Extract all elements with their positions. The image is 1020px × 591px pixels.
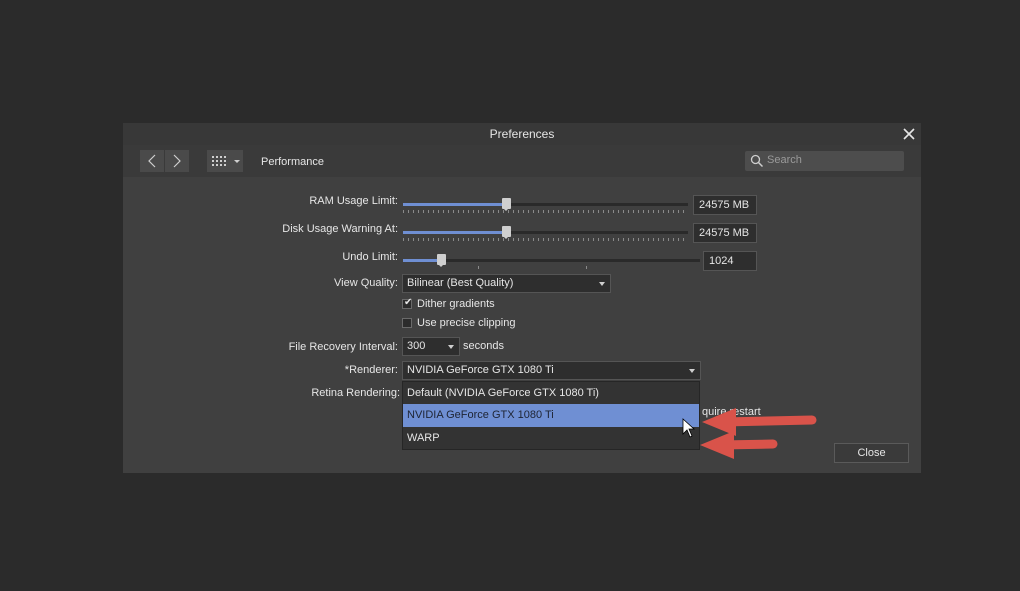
arrow-icon (700, 431, 778, 459)
mouse-cursor-icon (682, 418, 696, 438)
annotation-arrows (682, 408, 817, 459)
arrow-icon (702, 408, 817, 436)
